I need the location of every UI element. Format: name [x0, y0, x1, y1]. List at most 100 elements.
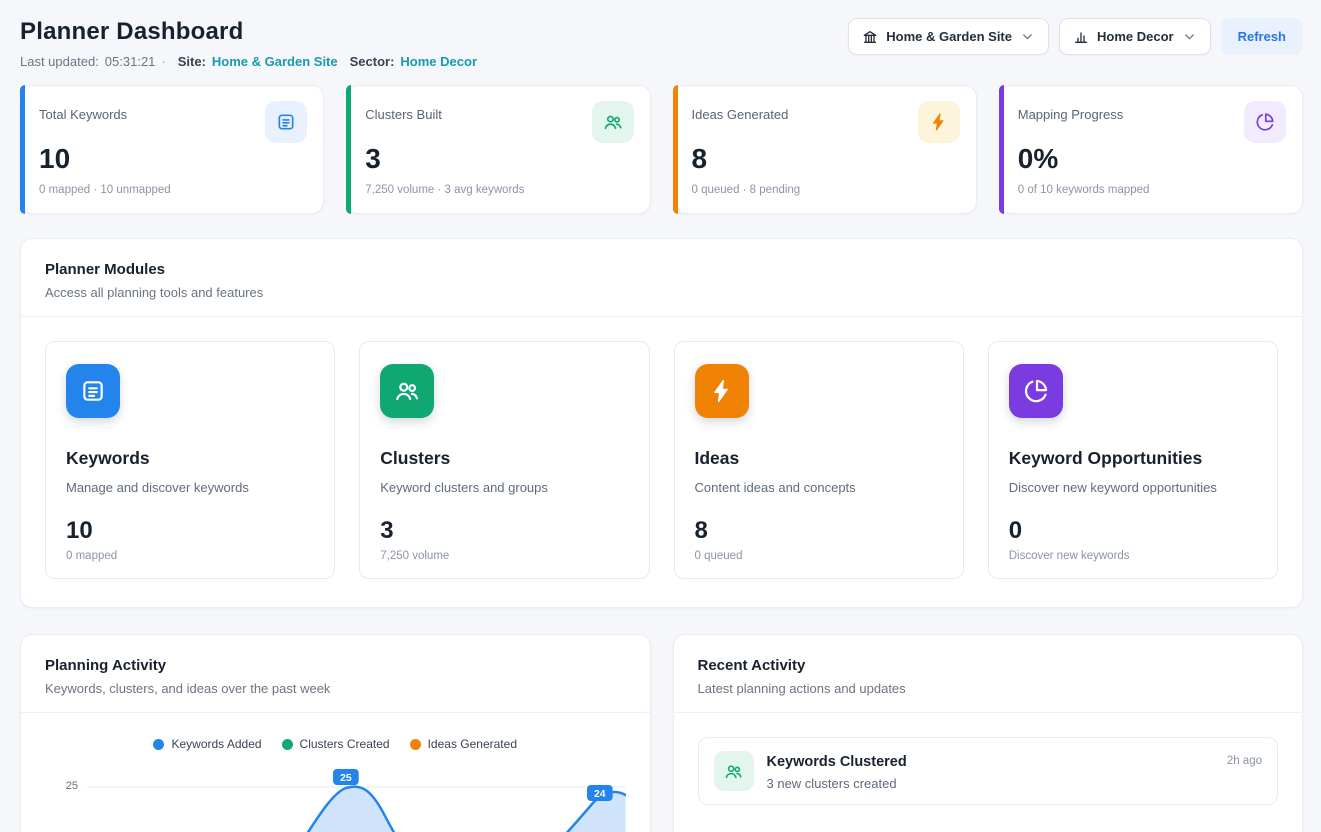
module-caption: 7,250 volume	[380, 550, 628, 562]
legend-label: Clusters Created	[300, 737, 390, 751]
module-card-clusters[interactable]: Clusters Keyword clusters and groups 3 7…	[359, 341, 649, 579]
stat-label: Clusters Built	[365, 101, 442, 122]
module-card-ideas[interactable]: Ideas Content ideas and concepts 8 0 que…	[674, 341, 964, 579]
recent-activity-panel: Recent Activity Latest planning actions …	[673, 634, 1304, 832]
site-selector-dropdown[interactable]: Home & Garden Site	[848, 18, 1049, 55]
module-title: Ideas	[695, 448, 943, 469]
recent-item-title: Keywords Clustered	[767, 751, 1214, 770]
planner-modules-section: Planner Modules Access all planning tool…	[20, 238, 1303, 608]
chevron-down-icon	[1020, 29, 1035, 44]
users-icon	[714, 751, 754, 791]
page-header: Planner Dashboard Last updated: 05:31:21…	[20, 18, 1303, 69]
module-value: 0	[1009, 517, 1257, 545]
pie-chart-icon	[1009, 364, 1063, 418]
stat-value: 3	[365, 143, 633, 175]
legend-item-clusters-created[interactable]: Clusters Created	[282, 737, 390, 751]
stat-caption: 0 queued · 8 pending	[692, 184, 960, 196]
meta-separator: ·	[161, 54, 165, 69]
recent-item-timestamp: 2h ago	[1227, 751, 1262, 767]
recent-item-description: 3 new clusters created	[767, 776, 1214, 791]
sector-label: Sector:	[350, 54, 395, 69]
module-card-keywords[interactable]: Keywords Manage and discover keywords 10…	[45, 341, 335, 579]
module-description: Manage and discover keywords	[66, 480, 314, 495]
legend-dot-green	[282, 739, 293, 750]
bottom-row: Planning Activity Keywords, clusters, an…	[20, 634, 1303, 832]
stat-card-ideas-generated: Ideas Generated 8 0 queued · 8 pending	[673, 85, 977, 214]
document-list-icon	[265, 101, 307, 143]
stat-caption: 0 mapped · 10 unmapped	[39, 184, 307, 196]
stat-label: Ideas Generated	[692, 101, 789, 122]
module-description: Keyword clusters and groups	[380, 480, 628, 495]
divider	[21, 712, 650, 713]
module-title: Keyword Opportunities	[1009, 448, 1257, 469]
recent-activity-item: Keywords Clustered 3 new clusters create…	[698, 737, 1279, 805]
stat-label: Mapping Progress	[1018, 101, 1124, 122]
module-card-keyword-opportunities[interactable]: Keyword Opportunities Discover new keywo…	[988, 341, 1278, 579]
stat-value: 10	[39, 143, 307, 175]
modules-section-subtitle: Access all planning tools and features	[45, 285, 1278, 300]
y-axis-tick: 25	[45, 765, 87, 832]
module-description: Discover new keyword opportunities	[1009, 480, 1257, 495]
keywords-area-series: 25 24	[87, 765, 626, 832]
stat-caption: 0 of 10 keywords mapped	[1018, 184, 1286, 196]
planning-activity-panel: Planning Activity Keywords, clusters, an…	[20, 634, 651, 832]
svg-text:25: 25	[340, 773, 352, 784]
legend-item-keywords-added[interactable]: Keywords Added	[153, 737, 261, 751]
sector-selector-dropdown[interactable]: Home Decor	[1059, 18, 1211, 55]
modules-grid: Keywords Manage and discover keywords 10…	[45, 341, 1278, 579]
users-icon	[380, 364, 434, 418]
building-icon	[862, 29, 878, 45]
recent-activity-subtitle: Latest planning actions and updates	[698, 681, 1279, 696]
refresh-button[interactable]: Refresh	[1221, 18, 1303, 55]
module-caption: 0 mapped	[66, 550, 314, 562]
meta-line: Last updated: 05:31:21 · Site: Home & Ga…	[20, 54, 477, 69]
stat-value: 8	[692, 143, 960, 175]
planning-activity-subtitle: Keywords, clusters, and ideas over the p…	[45, 681, 626, 696]
point-label-25: 25	[333, 769, 359, 785]
module-title: Keywords	[66, 448, 314, 469]
sector-link[interactable]: Home Decor	[400, 54, 477, 69]
svg-text:24: 24	[594, 789, 606, 800]
pie-chart-icon	[1244, 101, 1286, 143]
header-left: Planner Dashboard Last updated: 05:31:21…	[20, 18, 477, 69]
page-title: Planner Dashboard	[20, 18, 477, 46]
users-icon	[592, 101, 634, 143]
stats-row: Total Keywords 10 0 mapped · 10 unmapped…	[20, 85, 1303, 214]
chevron-down-icon	[1182, 29, 1197, 44]
module-value: 10	[66, 517, 314, 545]
last-updated-value: 05:31:21	[105, 54, 156, 69]
site-selector-label: Home & Garden Site	[886, 29, 1012, 44]
planner-dashboard-page: Planner Dashboard Last updated: 05:31:21…	[0, 0, 1321, 832]
modules-section-title: Planner Modules	[45, 261, 1278, 278]
module-description: Content ideas and concepts	[695, 480, 943, 495]
document-list-icon	[66, 364, 120, 418]
bar-chart-icon	[1073, 29, 1089, 45]
site-label: Site:	[178, 54, 206, 69]
module-value: 8	[695, 517, 943, 545]
stat-caption: 7,250 volume · 3 avg keywords	[365, 184, 633, 196]
header-controls: Home & Garden Site Home Decor Refresh	[848, 18, 1303, 55]
module-value: 3	[380, 517, 628, 545]
lightning-bolt-icon	[695, 364, 749, 418]
module-caption: 0 queued	[695, 550, 943, 562]
module-title: Clusters	[380, 448, 628, 469]
module-caption: Discover new keywords	[1009, 550, 1257, 562]
recent-activity-title: Recent Activity	[698, 657, 1279, 674]
stat-card-clusters-built: Clusters Built 3 7,250 volume · 3 avg ke…	[346, 85, 650, 214]
divider	[21, 316, 1302, 317]
stat-card-total-keywords: Total Keywords 10 0 mapped · 10 unmapped	[20, 85, 324, 214]
legend-item-ideas-generated[interactable]: Ideas Generated	[410, 737, 517, 751]
chart-legend: Keywords Added Clusters Created Ideas Ge…	[45, 737, 626, 751]
legend-dot-blue	[153, 739, 164, 750]
point-label-24: 24	[587, 785, 613, 801]
site-link[interactable]: Home & Garden Site	[212, 54, 338, 69]
last-updated-label: Last updated:	[20, 54, 99, 69]
stat-card-mapping-progress: Mapping Progress 0% 0 of 10 keywords map…	[999, 85, 1303, 214]
planning-activity-title: Planning Activity	[45, 657, 626, 674]
legend-label: Keywords Added	[171, 737, 261, 751]
stat-value: 0%	[1018, 143, 1286, 175]
legend-label: Ideas Generated	[428, 737, 517, 751]
sector-selector-label: Home Decor	[1097, 29, 1174, 44]
divider	[674, 712, 1303, 713]
legend-dot-orange	[410, 739, 421, 750]
